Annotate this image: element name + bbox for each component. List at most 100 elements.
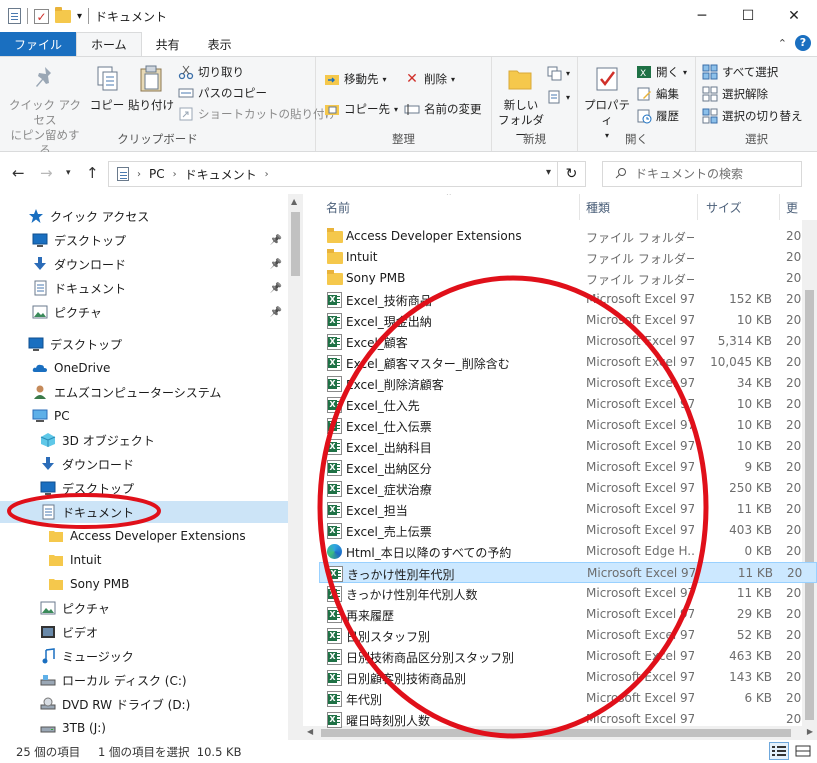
- copy-button[interactable]: コピー: [88, 63, 126, 113]
- breadcrumb-chevron-icon[interactable]: ›: [265, 169, 269, 180]
- nav-item[interactable]: Sony PMB: [0, 573, 288, 595]
- nav-item[interactable]: クイック アクセス: [0, 205, 288, 227]
- file-row[interactable]: 曜日時刻別人数 Microsoft Excel 97... 20: [319, 709, 817, 730]
- nav-item[interactable]: ダウンロード: [0, 453, 288, 475]
- nav-item[interactable]: デスクトップ 📌: [0, 229, 288, 251]
- file-row[interactable]: Excel_仕入伝票 Microsoft Excel 97... 10 KB 20: [319, 415, 817, 436]
- nav-scroll-thumb[interactable]: [291, 212, 300, 276]
- collapse-ribbon-icon[interactable]: ⌃: [778, 37, 787, 50]
- column-header-name[interactable]: 名前: [326, 194, 350, 220]
- column-divider[interactable]: [697, 194, 698, 220]
- tab-file[interactable]: ファイル: [0, 32, 77, 56]
- nav-item[interactable]: ダウンロード 📌: [0, 253, 288, 275]
- file-row[interactable]: Excel_仕入先 Microsoft Excel 97... 10 KB 20: [319, 394, 817, 415]
- address-bar[interactable]: › PC › ドキュメント › ▾ ↻: [108, 161, 586, 187]
- nav-item[interactable]: ピクチャ: [0, 597, 288, 619]
- file-row[interactable]: Excel_担当 Microsoft Excel 97... 11 KB 20: [319, 499, 817, 520]
- nav-item[interactable]: 3D オブジェクト: [0, 429, 288, 451]
- delete-button[interactable]: ✕ 削除 ▾: [404, 69, 455, 89]
- column-header-size[interactable]: サイズ: [706, 194, 742, 220]
- invert-selection-button[interactable]: 選択の切り替え: [702, 106, 803, 126]
- nav-item[interactable]: ミュージック: [0, 645, 288, 667]
- refresh-icon[interactable]: ↻: [557, 162, 585, 186]
- new-folder-quick-icon[interactable]: [55, 6, 71, 23]
- file-row[interactable]: Excel_現金出納 Microsoft Excel 97... 10 KB 20: [319, 310, 817, 331]
- column-header-date[interactable]: 更: [786, 194, 798, 220]
- cut-button[interactable]: 切り取り: [178, 62, 244, 82]
- minimize-button[interactable]: ─: [679, 0, 725, 32]
- scroll-left-icon[interactable]: ◀: [307, 727, 313, 736]
- column-divider[interactable]: [579, 194, 580, 220]
- file-row[interactable]: Excel_出納区分 Microsoft Excel 97... 9 KB 20: [319, 457, 817, 478]
- nav-item[interactable]: Access Developer Extensions: [0, 525, 288, 547]
- close-button[interactable]: ✕: [771, 0, 817, 32]
- nav-item[interactable]: PC: [0, 405, 288, 427]
- file-row[interactable]: Excel_出納科目 Microsoft Excel 97... 10 KB 20: [319, 436, 817, 457]
- details-view-icon[interactable]: [769, 742, 789, 760]
- pin-icon[interactable]: 📌: [270, 283, 282, 294]
- help-icon[interactable]: ?: [795, 35, 811, 51]
- back-arrow-icon[interactable]: ←: [12, 164, 25, 182]
- nav-item[interactable]: デスクトップ: [0, 333, 288, 355]
- file-row[interactable]: Sony PMB ファイル フォルダー 20: [319, 268, 817, 289]
- recent-locations-chevron-icon[interactable]: ▾: [66, 168, 71, 178]
- move-to-button[interactable]: 移動先 ▾: [324, 69, 387, 89]
- file-row[interactable]: Intuit ファイル フォルダー 20: [319, 247, 817, 268]
- up-arrow-icon[interactable]: ↑: [86, 164, 99, 182]
- open-button[interactable]: X 開く ▾: [636, 62, 687, 82]
- breadcrumb-chevron-icon[interactable]: ›: [173, 169, 177, 180]
- forward-arrow-icon[interactable]: →: [40, 164, 53, 182]
- nav-scrollbar[interactable]: ▲: [288, 194, 303, 740]
- nav-item[interactable]: ドキュメント 📌: [0, 277, 288, 299]
- nav-item[interactable]: ビデオ: [0, 621, 288, 643]
- file-row[interactable]: Excel_症状治療 Microsoft Excel 97... 250 KB 20: [319, 478, 817, 499]
- properties-quick-icon[interactable]: [8, 8, 21, 24]
- history-button[interactable]: 履歴: [636, 106, 679, 126]
- column-divider[interactable]: [779, 194, 780, 220]
- breadcrumb-documents[interactable]: ドキュメント: [185, 166, 257, 183]
- horizontal-scroll-thumb[interactable]: [321, 729, 791, 737]
- easy-access-button[interactable]: ▾: [546, 87, 570, 107]
- file-row[interactable]: 日別顧客別技術商品別 Microsoft Excel 97... 143 KB 20: [319, 667, 817, 688]
- nav-item[interactable]: OneDrive: [0, 357, 288, 379]
- nav-item[interactable]: ローカル ディスク (C:): [0, 669, 288, 691]
- copy-path-button[interactable]: パスのコピー: [178, 83, 267, 103]
- select-all-button[interactable]: すべて選択: [702, 62, 778, 82]
- tab-view[interactable]: 表示: [194, 32, 246, 56]
- customize-dropdown-icon[interactable]: ▾: [77, 11, 82, 22]
- tab-home[interactable]: ホーム: [76, 32, 142, 56]
- edit-button[interactable]: 編集: [636, 84, 679, 104]
- file-row[interactable]: きっかけ性別年代別人数 Microsoft Excel 97... 11 KB 20: [319, 583, 817, 604]
- file-row[interactable]: 年代別 Microsoft Excel 97... 6 KB 20: [319, 688, 817, 709]
- search-input[interactable]: [635, 167, 785, 181]
- rename-button[interactable]: 名前の変更: [404, 99, 482, 119]
- nav-item[interactable]: 3TB (J:): [0, 717, 288, 739]
- breadcrumb-pc[interactable]: PC: [149, 167, 165, 181]
- search-box[interactable]: [602, 161, 802, 187]
- nav-item[interactable]: Intuit: [0, 549, 288, 571]
- file-row[interactable]: Excel_削除済顧客 Microsoft Excel 97... 34 KB 20: [319, 373, 817, 394]
- pin-icon[interactable]: 📌: [270, 307, 282, 318]
- new-item-button[interactable]: ▾: [546, 63, 570, 83]
- file-row[interactable]: 日別技術商品区分別スタッフ別 Microsoft Excel 97... 463 K…: [319, 646, 817, 667]
- checkmark-icon[interactable]: ✓: [34, 8, 49, 24]
- nav-item[interactable]: デスクトップ: [0, 477, 288, 499]
- large-icons-view-icon[interactable]: [793, 742, 813, 760]
- column-header-type[interactable]: 種類: [586, 194, 610, 220]
- file-row[interactable]: Html_本日以降のすべての予約 Microsoft Edge H... 0 KB 2…: [319, 541, 817, 562]
- pin-icon[interactable]: 📌: [270, 259, 282, 270]
- file-row[interactable]: Excel_技術商品 Microsoft Excel 97... 152 KB 20: [319, 289, 817, 310]
- breadcrumb-chevron-icon[interactable]: ›: [137, 169, 141, 180]
- select-none-button[interactable]: 選択解除: [702, 84, 768, 104]
- file-row[interactable]: 再来履歴 Microsoft Excel 97... 29 KB 20: [319, 604, 817, 625]
- file-row[interactable]: 日別スタッフ別 Microsoft Excel 97... 52 KB 20: [319, 625, 817, 646]
- file-row[interactable]: Excel_顧客 Microsoft Excel 97... 5,314 KB 20: [319, 331, 817, 352]
- file-row[interactable]: Excel_売上伝票 Microsoft Excel 97... 403 KB 20: [319, 520, 817, 541]
- nav-item[interactable]: DVD RW ドライブ (D:): [0, 693, 288, 715]
- tab-share[interactable]: 共有: [142, 32, 194, 56]
- nav-item[interactable]: ドキュメント: [0, 501, 288, 523]
- nav-scroll-up-icon[interactable]: ▲: [291, 197, 297, 206]
- file-row[interactable]: きっかけ性別年代別 Microsoft Excel 97... 11 KB 20: [319, 562, 817, 583]
- file-row[interactable]: Excel_顧客マスター_削除含む Microsoft Excel 97... 10…: [319, 352, 817, 373]
- maximize-button[interactable]: ☐: [725, 0, 771, 32]
